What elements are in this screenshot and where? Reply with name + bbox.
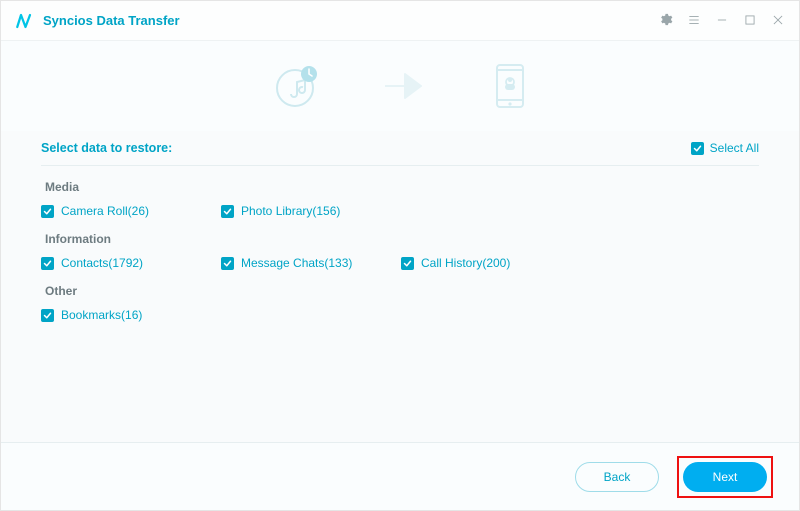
section-heading: Select data to restore: [41,141,172,155]
select-all-checkbox[interactable]: Select All [691,141,759,155]
check-icon [41,257,54,270]
item-label: Photo Library(156) [241,204,340,218]
transfer-hero [1,41,799,131]
group-label-media: Media [45,180,759,194]
item-label: Bookmarks(16) [61,308,142,322]
group-label-other: Other [45,284,759,298]
content-area: Select data to restore: Select All Media… [1,131,799,322]
next-button-label: Next [713,470,738,484]
arrow-right-icon [381,69,433,103]
app-title: Syncios Data Transfer [43,13,180,28]
back-button-label: Back [604,470,631,484]
checkbox-bookmarks[interactable]: Bookmarks(16) [41,308,221,322]
target-phone-icon [493,62,527,110]
source-music-icon [273,62,321,110]
select-all-label: Select All [710,141,759,155]
checkbox-contacts[interactable]: Contacts(1792) [41,256,221,270]
checkbox-camera-roll[interactable]: Camera Roll(26) [41,204,221,218]
titlebar: Syncios Data Transfer [1,1,799,41]
next-button-highlight: Next [677,456,773,498]
menu-icon[interactable] [687,13,701,29]
window-controls [658,12,785,29]
item-label: Camera Roll(26) [61,204,149,218]
check-icon [401,257,414,270]
check-icon [221,257,234,270]
check-icon [41,205,54,218]
item-label: Contacts(1792) [61,256,143,270]
item-label: Message Chats(133) [241,256,352,270]
footer: Back Next [1,442,799,510]
maximize-icon[interactable] [743,13,757,29]
close-icon[interactable] [771,13,785,29]
check-icon [41,309,54,322]
checkbox-call-history[interactable]: Call History(200) [401,256,581,270]
checkbox-message-chats[interactable]: Message Chats(133) [221,256,401,270]
checkbox-photo-library[interactable]: Photo Library(156) [221,204,401,218]
check-icon [221,205,234,218]
settings-icon[interactable] [658,12,673,29]
app-logo-icon [15,12,33,30]
group-label-information: Information [45,232,759,246]
item-label: Call History(200) [421,256,510,270]
back-button[interactable]: Back [575,462,659,492]
check-icon [691,142,704,155]
next-button[interactable]: Next [683,462,767,492]
minimize-icon[interactable] [715,13,729,29]
